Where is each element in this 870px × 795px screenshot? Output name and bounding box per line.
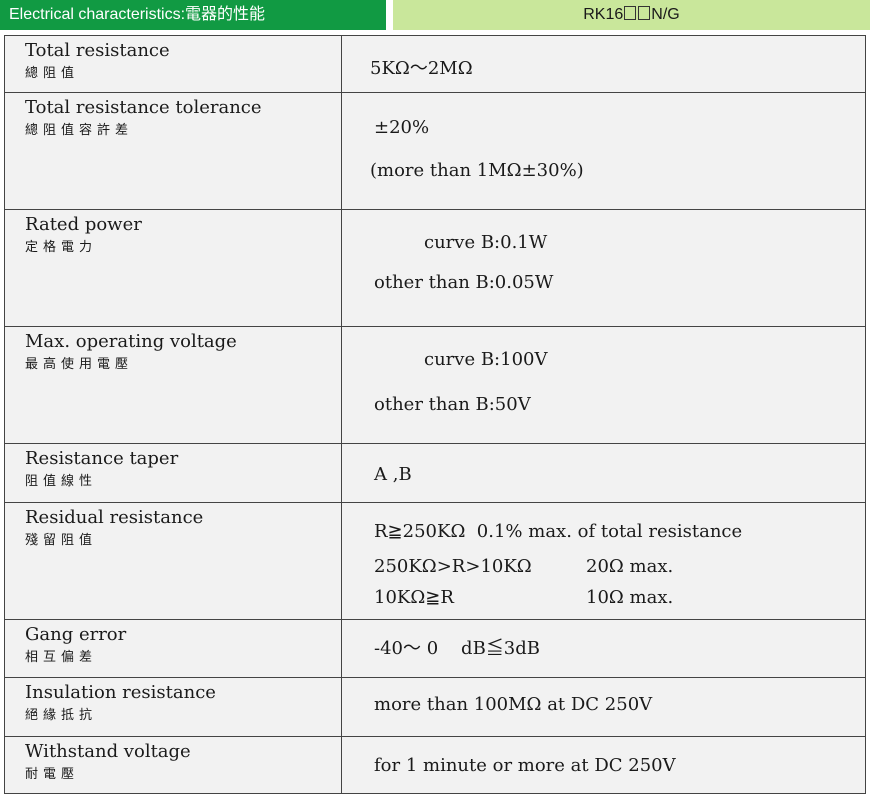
model-prefix: RK16 xyxy=(583,6,624,23)
table-row: Total resistance tolerance 總阻值容許差 ±20% (… xyxy=(4,92,866,210)
label-cell: Insulation resistance 絕緣抵抗 xyxy=(4,677,342,737)
model-suffix: N/G xyxy=(651,6,680,23)
value-line: other than B:0.05W xyxy=(374,272,554,293)
characteristics-table: Total resistance 總阻值 5KΩ～2MΩ Total resis… xyxy=(4,35,866,794)
table-row: Max. operating voltage 最高使用電壓 curve B:10… xyxy=(4,326,866,444)
value-cell: R≧250KΩ 0.1% max. of total resistance 25… xyxy=(341,502,866,620)
table-row: Gang error 相互偏差 -40～ 0 dB≦3dB xyxy=(4,619,866,678)
value-cell: curve B:100V other than B:50V xyxy=(341,326,866,444)
value-line: 10Ω max. xyxy=(586,587,674,608)
value-line: A ,B xyxy=(374,464,412,485)
label-zh: 殘留阻值 xyxy=(25,533,98,548)
label-zh: 總阻值 xyxy=(25,66,80,81)
label-cell: Total resistance tolerance 總阻值容許差 xyxy=(4,92,342,210)
label-en: Resistance taper xyxy=(25,448,179,469)
label-en: Total resistance xyxy=(25,40,170,61)
value-line: (more than 1MΩ±30%) xyxy=(370,160,584,181)
value-cell: curve B:0.1W other than B:0.05W xyxy=(341,209,866,327)
table-row: Resistance taper 阻值線性 A ,B xyxy=(4,443,866,503)
label-en: Gang error xyxy=(25,624,127,645)
value-cell: 5KΩ～2MΩ xyxy=(341,35,866,93)
label-zh: 定格電力 xyxy=(25,240,98,255)
label-en: Insulation resistance xyxy=(25,682,216,703)
label-en: Withstand voltage xyxy=(25,741,191,762)
label-zh: 耐電壓 xyxy=(25,767,80,782)
value-line: 20Ω max. xyxy=(586,556,674,577)
model-title: RK16 N/G xyxy=(393,0,870,30)
label-zh: 阻值線性 xyxy=(25,474,98,489)
value-cell: ±20% (more than 1MΩ±30%) xyxy=(341,92,866,210)
label-zh: 總阻值容許差 xyxy=(25,123,134,138)
table-row: Rated power 定格電力 curve B:0.1W other than… xyxy=(4,209,866,327)
label-cell: Rated power 定格電力 xyxy=(4,209,342,327)
label-cell: Withstand voltage 耐電壓 xyxy=(4,736,342,794)
value-cell: -40～ 0 dB≦3dB xyxy=(341,619,866,678)
value-line: 10KΩ≧R xyxy=(374,587,454,608)
label-zh: 絕緣抵抗 xyxy=(25,708,98,723)
value-line: curve B:100V xyxy=(424,349,548,370)
value-line: curve B:0.1W xyxy=(424,232,548,253)
value-line: R≧250KΩ 0.1% max. of total resistance xyxy=(374,521,743,542)
value-line: ±20% xyxy=(374,117,430,138)
value-line: for 1 minute or more at DC 250V xyxy=(374,755,676,776)
label-cell: Total resistance 總阻值 xyxy=(4,35,342,93)
value-line: 250KΩ>R>10KΩ xyxy=(374,556,532,577)
label-zh: 相互偏差 xyxy=(25,650,98,665)
label-cell: Gang error 相互偏差 xyxy=(4,619,342,678)
value-cell: more than 100MΩ at DC 250V xyxy=(341,677,866,737)
table-row: Total resistance 總阻值 5KΩ～2MΩ xyxy=(4,35,866,93)
placeholder-box-2 xyxy=(638,6,651,20)
table-row: Insulation resistance 絕緣抵抗 more than 100… xyxy=(4,677,866,737)
label-zh: 最高使用電壓 xyxy=(25,357,134,372)
label-cell: Max. operating voltage 最高使用電壓 xyxy=(4,326,342,444)
label-cell: Resistance taper 阻值線性 xyxy=(4,443,342,503)
value-line: -40～ 0 dB≦3dB xyxy=(374,638,540,659)
label-cell: Residual resistance 殘留阻值 xyxy=(4,502,342,620)
label-en: Total resistance tolerance xyxy=(25,97,262,118)
table-row: Residual resistance 殘留阻值 R≧250KΩ 0.1% ma… xyxy=(4,502,866,620)
value-line: 5KΩ～2MΩ xyxy=(370,58,473,79)
label-en: Residual resistance xyxy=(25,507,204,528)
section-title: Electrical characteristics:電器的性能 xyxy=(0,0,386,30)
label-en: Rated power xyxy=(25,214,142,235)
value-cell: for 1 minute or more at DC 250V xyxy=(341,736,866,794)
value-line: other than B:50V xyxy=(374,394,531,415)
placeholder-box-1 xyxy=(624,6,637,20)
value-line: more than 100MΩ at DC 250V xyxy=(374,694,653,715)
value-cell: A ,B xyxy=(341,443,866,503)
label-en: Max. operating voltage xyxy=(25,331,237,352)
table-row: Withstand voltage 耐電壓 for 1 minute or mo… xyxy=(4,736,866,794)
